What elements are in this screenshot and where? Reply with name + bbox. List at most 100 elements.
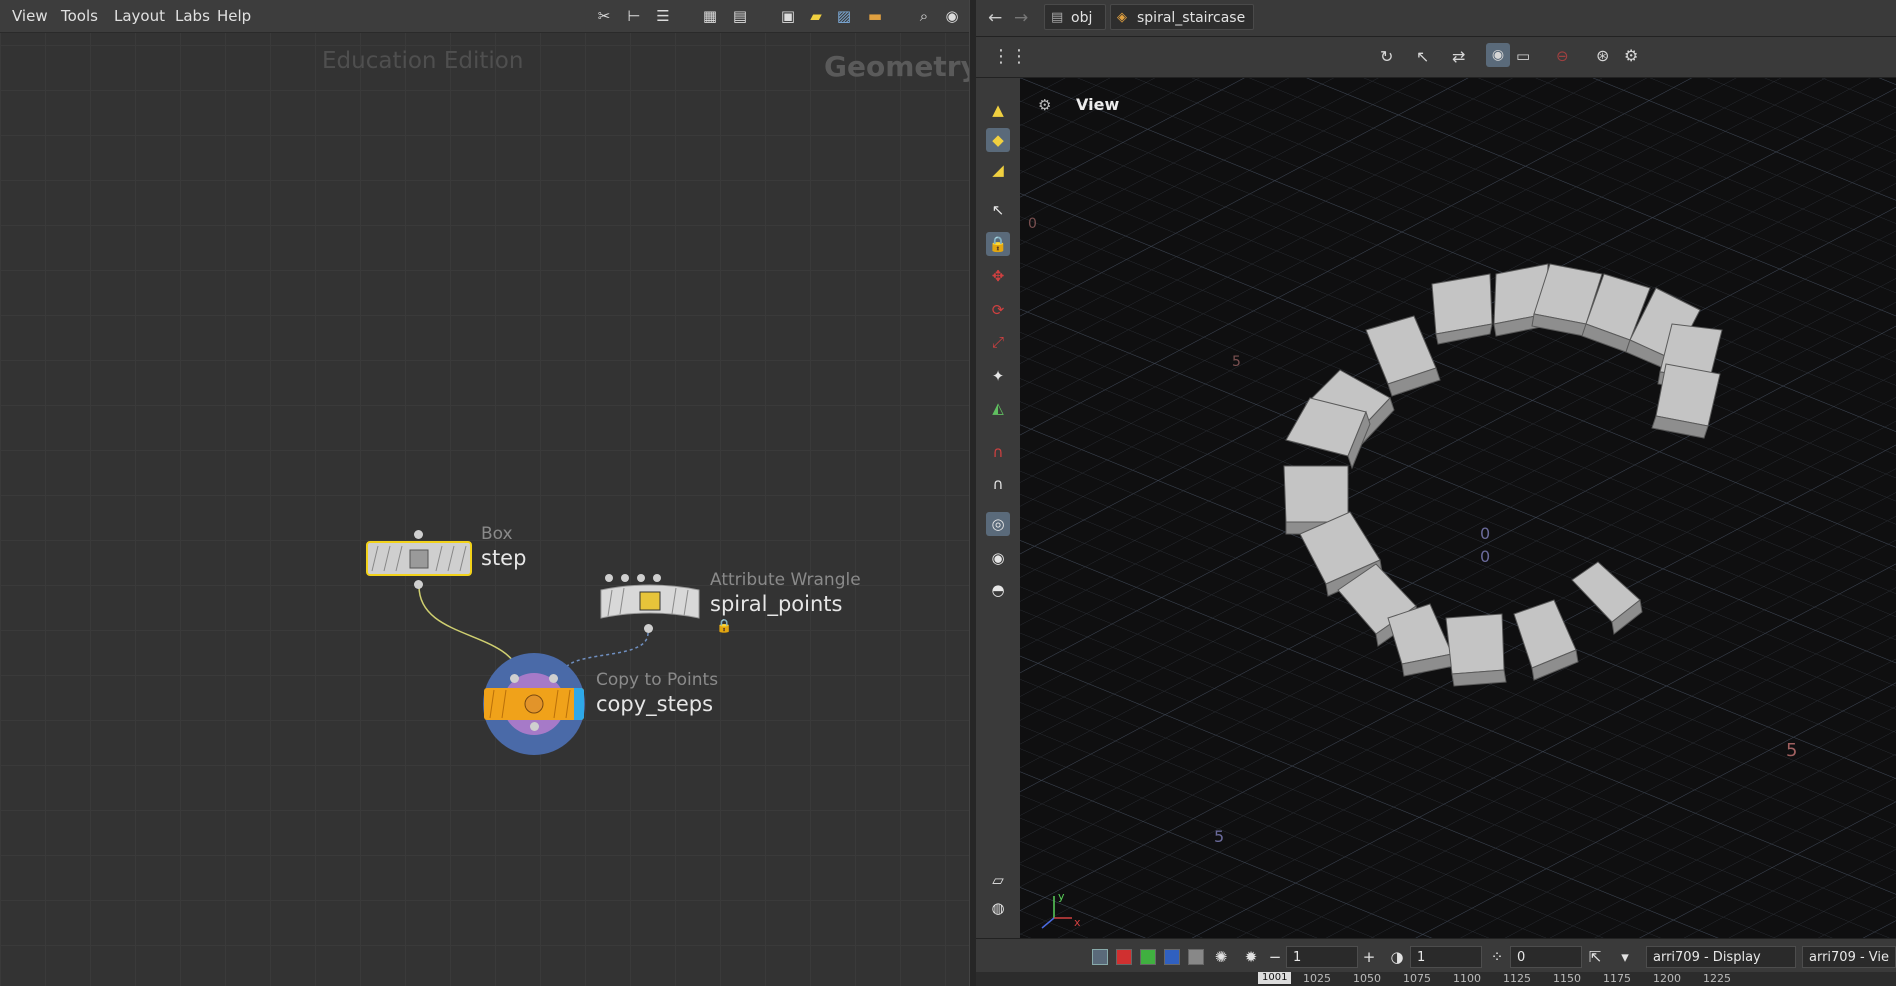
geometry-object-icon: ◈ xyxy=(1117,10,1127,25)
box-node[interactable] xyxy=(366,541,472,576)
viewport-grid-major xyxy=(1020,78,1896,938)
timeline-tick: 1075 xyxy=(1403,972,1431,985)
breadcrumb-obj[interactable]: ▤ obj xyxy=(1044,4,1106,30)
gamma-field[interactable]: 1 xyxy=(1410,946,1482,968)
view-lut-select[interactable]: arri709 - Vie xyxy=(1802,946,1896,968)
blue-channel-icon[interactable] xyxy=(1164,949,1180,965)
tumble-icon[interactable]: ↻ xyxy=(1380,47,1393,66)
display-options-icon[interactable]: ◉ xyxy=(1486,43,1510,67)
wrangle-output-port[interactable] xyxy=(644,624,653,633)
offset-icon[interactable]: ⁘ xyxy=(1488,946,1506,968)
network-wires xyxy=(418,585,649,676)
box-input-port[interactable] xyxy=(414,530,423,539)
pose-tool-icon[interactable]: ✦ xyxy=(986,364,1010,388)
wrangle-input-port-2[interactable] xyxy=(621,574,629,582)
box-output-port[interactable] xyxy=(414,580,423,589)
timeline-tick: 1200 xyxy=(1653,972,1681,985)
viewer-toolbar: ⋮⋮ ↻ ↖ ⇄ ◉ ▭ ⊖ ⊛ ⚙ xyxy=(976,37,1896,78)
brightness-icon[interactable]: ✹ xyxy=(1242,946,1260,968)
increment-button[interactable]: + xyxy=(1360,946,1378,968)
move-tool-icon[interactable]: ✥ xyxy=(986,264,1010,288)
display-lut-select[interactable]: arri709 - Display xyxy=(1646,946,1796,968)
axis-label-y: y xyxy=(1058,890,1065,903)
copy-node-type: Copy to Points xyxy=(596,670,719,690)
back-arrow-icon[interactable]: ← xyxy=(988,8,1002,28)
pin-icon[interactable]: ▱ xyxy=(986,868,1010,892)
axis-label-x: x xyxy=(1074,916,1081,929)
copy-input-port-1[interactable] xyxy=(510,674,519,683)
grid-label-1: 0 xyxy=(1028,216,1037,232)
box-node-name[interactable]: step xyxy=(481,546,526,570)
gamma-icon[interactable]: ◑ xyxy=(1388,946,1406,968)
current-frame-marker[interactable]: 1001 xyxy=(1258,972,1292,984)
camera-icon[interactable]: ⊛ xyxy=(1596,46,1609,65)
settings-gear-icon[interactable]: ⚙ xyxy=(1624,46,1638,65)
path-bar: ← → ▤ obj ◈ spiral_staircase xyxy=(976,0,1896,37)
wrangle-input-port-1[interactable] xyxy=(605,574,613,582)
pane-divider[interactable] xyxy=(969,0,976,986)
render-region-icon[interactable]: ◉ xyxy=(986,546,1010,570)
cube-icon xyxy=(409,549,429,569)
copy-node[interactable] xyxy=(484,688,584,720)
timeline-tick: 1025 xyxy=(1303,972,1331,985)
fit-icon[interactable]: ⇱ xyxy=(1586,946,1604,968)
exposure-field[interactable]: 1 xyxy=(1286,946,1358,968)
display-sphere-icon[interactable]: ◍ xyxy=(986,896,1010,920)
network-editor[interactable]: View Tools Layout Labs Help ✂ ⊢ ☰ ▦ ▤ ▣ … xyxy=(0,0,975,986)
wire-points-to-copy xyxy=(564,632,649,669)
viewport-view-label[interactable]: View xyxy=(1076,95,1119,114)
select-arrow-icon[interactable]: ↖ xyxy=(1416,47,1429,66)
wrangle-node-name[interactable]: spiral_points xyxy=(710,592,842,616)
viewport-scene: 0 5 0 0 5 5 y x xyxy=(1020,78,1896,938)
stop-icon[interactable]: ⊖ xyxy=(1556,47,1569,65)
points-select-icon[interactable]: ▲ xyxy=(986,98,1010,122)
light-tool-icon[interactable]: ◓ xyxy=(986,578,1010,602)
timeline-tick: 1100 xyxy=(1453,972,1481,985)
timeline-ruler[interactable]: 1001 1025 1050 1075 1100 1125 1150 1175 … xyxy=(976,972,1896,986)
wrangle-input-port-3[interactable] xyxy=(637,574,645,582)
obj-network-icon: ▤ xyxy=(1051,10,1064,25)
forward-arrow-icon[interactable]: → xyxy=(1014,8,1028,28)
viewer-menu-icon[interactable]: ⋮⋮ xyxy=(992,46,1028,67)
lock-tool-icon[interactable]: 🔒 xyxy=(986,232,1010,256)
edges-select-icon[interactable]: ◆ xyxy=(986,128,1010,152)
snap-magnet-icon[interactable]: ∩ xyxy=(986,440,1010,464)
copy-node-name[interactable]: copy_steps xyxy=(596,692,713,716)
wrangle-icon xyxy=(639,591,661,611)
offset-field[interactable]: 0 xyxy=(1510,946,1582,968)
red-channel-icon[interactable] xyxy=(1116,949,1132,965)
rotate-tool-icon[interactable]: ⟳ xyxy=(986,298,1010,322)
3d-viewport[interactable]: 0 5 0 0 5 5 y x xyxy=(1020,78,1896,938)
view-camera-icon[interactable]: ◎ xyxy=(986,512,1010,536)
green-channel-icon[interactable] xyxy=(1140,949,1156,965)
viewer-bottom-bar: ✺ ✹ − 1 + ◑ 1 ⁘ 0 ⇱ ▾ arri709 - Display … xyxy=(976,938,1896,973)
box-node-body xyxy=(371,545,467,572)
dropdown-arrow-icon[interactable]: ▾ xyxy=(1616,946,1634,968)
snap-options-icon[interactable]: ∩ xyxy=(986,472,1010,496)
timeline-tick: 1150 xyxy=(1553,972,1581,985)
lock-icon[interactable]: 🔒 xyxy=(716,619,732,634)
copy-input-port-2[interactable] xyxy=(549,674,558,683)
select-tool-icon[interactable]: ↖ xyxy=(986,198,1010,222)
alpha-channel-icon[interactable] xyxy=(1188,949,1204,965)
wrangle-input-port-4[interactable] xyxy=(653,574,661,582)
copy-output-port[interactable] xyxy=(530,722,539,731)
box-node-type: Box xyxy=(481,524,513,544)
transform-icon[interactable]: ⇄ xyxy=(1452,47,1465,66)
timeline-tick: 1050 xyxy=(1353,972,1381,985)
view-camera-small-icon[interactable]: ⚙ xyxy=(1038,96,1051,114)
display-flag[interactable] xyxy=(574,688,584,720)
wrangle-node[interactable] xyxy=(598,582,702,624)
primitives-select-icon[interactable]: ◢ xyxy=(986,158,1010,182)
handle-tool-icon[interactable]: ◭ xyxy=(986,396,1010,420)
exposure-icon[interactable]: ✺ xyxy=(1212,946,1230,968)
viewer-left-toolbar: ▲ ◆ ◢ ↖ 🔒 ✥ ⟳ ⤢ ✦ ◭ ∩ ∩ ◎ ◉ ◓ ▱ ◍ xyxy=(976,78,1021,938)
wrangle-node-type: Attribute Wrangle xyxy=(710,570,861,590)
breadcrumb-spiral-staircase[interactable]: ◈ spiral_staircase xyxy=(1110,4,1254,30)
copy-points-icon xyxy=(524,694,544,714)
scale-tool-icon[interactable]: ⤢ xyxy=(986,330,1010,354)
grid-label-6: 5 xyxy=(1214,827,1224,846)
snapshot-icon[interactable]: ▭ xyxy=(1516,47,1530,65)
decrement-button[interactable]: − xyxy=(1266,946,1284,968)
all-channels-icon[interactable] xyxy=(1092,949,1108,965)
